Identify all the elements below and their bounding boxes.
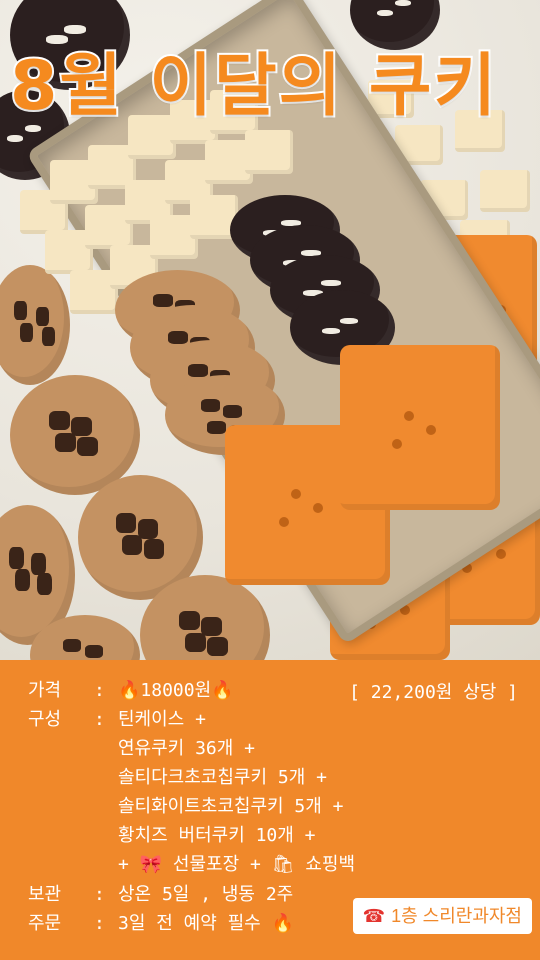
price-compare: [ 22,200원 상당 ] xyxy=(349,682,518,703)
composition-item: 솔티화이트초코칩쿠키 5개 + xyxy=(118,796,344,817)
composition-item-row: 솔티다크초코칩쿠키 5개 + xyxy=(118,767,327,789)
store-badge[interactable]: ☎ 1층 스리란과자점 xyxy=(352,898,532,934)
price-value: 18000원 xyxy=(140,680,212,701)
storage-row: 보관: 상온 5일 , 냉동 2주 xyxy=(28,884,293,906)
order-value: 3일 전 예약 필수 xyxy=(118,913,261,934)
composition-item-row: 솔티화이트초코칩쿠키 5개 + xyxy=(118,796,344,818)
cheese-butter-cookie xyxy=(340,345,500,510)
composition-item-row: 연유쿠키 36개 + xyxy=(118,738,255,760)
price-separator: : xyxy=(94,680,105,701)
page-title: 8월 이달의 쿠키 xyxy=(8,45,499,128)
order-label: 주문 xyxy=(28,913,62,934)
composition-row: 구성: 틴케이스 + xyxy=(28,709,206,731)
price-label: 가격 xyxy=(28,680,62,701)
order-separator: : xyxy=(94,913,105,934)
storage-value: 상온 5일 , 냉동 2주 xyxy=(118,884,294,905)
composition-label: 구성 xyxy=(28,709,62,730)
composition-item: 황치즈 버터쿠키 10개 + xyxy=(118,825,316,846)
order-row: 주문:3일 전 예약 필수 🔥 xyxy=(28,913,294,935)
chocolate-chip-cookie xyxy=(0,265,70,385)
cookie-photo: 8월 이달의 쿠키 xyxy=(0,0,540,660)
poster: 8월 이달의 쿠키 가격: 🔥18000원🔥 [ 22,200원 상당 ] 구성:… xyxy=(0,0,540,960)
title-banner: 8월 이달의 쿠키 xyxy=(0,20,540,128)
price-row: 가격: 🔥18000원🔥 xyxy=(28,680,234,702)
composition-item: 틴케이스 + xyxy=(118,709,206,730)
condensed-milk-cookie xyxy=(245,130,293,174)
composition-item-row: 황치즈 버터쿠키 10개 + xyxy=(118,825,316,847)
fire-icon: 🔥 xyxy=(118,680,141,701)
fire-icon: 🔥 xyxy=(271,913,294,934)
composition-item: + 🎀 선물포장 + 🛍 쇼핑백 xyxy=(118,854,356,875)
composition-separator: : xyxy=(94,709,105,730)
condensed-milk-cookie xyxy=(480,170,530,212)
storage-separator: : xyxy=(94,884,105,905)
fire-icon: 🔥 xyxy=(211,680,234,701)
composition-item-row: + 🎀 선물포장 + 🛍 쇼핑백 xyxy=(118,854,355,876)
composition-item: 연유쿠키 36개 + xyxy=(118,738,255,759)
store-name: 1층 스리란과자점 xyxy=(391,906,522,926)
storage-label: 보관 xyxy=(28,884,62,905)
composition-item: 솔티다크초코칩쿠키 5개 + xyxy=(118,767,327,788)
phone-icon: ☎ xyxy=(362,906,386,926)
